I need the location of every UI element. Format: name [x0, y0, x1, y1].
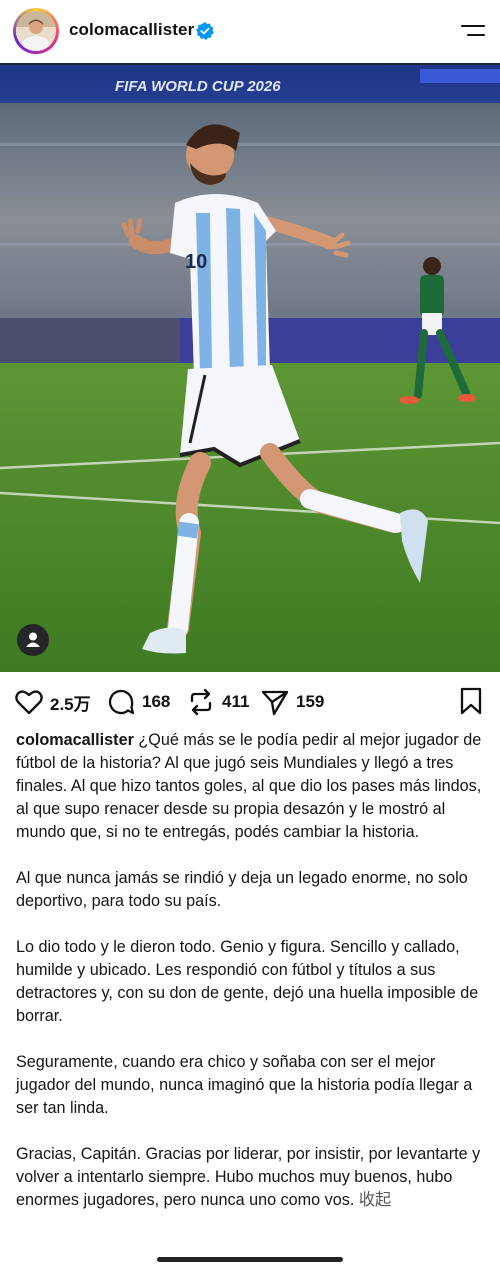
- caption-paragraph: Lo dio todo y le dieron todo. Genio y fi…: [16, 938, 479, 1025]
- post-action-bar: 2.5万 168 411 159: [0, 684, 500, 720]
- caption-paragraph: colomacallister ¿Qué más se le podía ped…: [16, 731, 482, 841]
- hamburger-menu-icon[interactable]: [458, 18, 488, 44]
- post-author-username[interactable]: colomacallister: [69, 20, 194, 40]
- bookmark-icon[interactable]: [459, 687, 483, 715]
- verified-badge-icon: [196, 22, 214, 40]
- paper-plane-icon: [261, 690, 289, 716]
- post-header: colomacallister: [0, 0, 500, 62]
- repost-button[interactable]: 411: [186, 684, 249, 720]
- comment-button[interactable]: 168: [106, 684, 170, 720]
- home-indicator: [157, 1257, 343, 1262]
- comment-bubble-icon: [108, 689, 135, 715]
- repost-arrows-icon: [190, 688, 212, 716]
- share-button[interactable]: 159: [260, 684, 324, 720]
- profile-avatar[interactable]: [13, 8, 59, 54]
- post-caption: colomacallister ¿Qué más se le podía ped…: [16, 729, 488, 1235]
- like-count: 2.5万: [50, 694, 91, 714]
- heart-icon: [15, 690, 43, 715]
- stadium-banner-text: FIFA WORLD CUP 2026: [115, 78, 281, 95]
- user-tag-icon[interactable]: [17, 624, 49, 656]
- post-photo[interactable]: FIFA WORLD CUP 2026 10: [0, 63, 500, 672]
- svg-text:10: 10: [185, 251, 207, 273]
- caption-paragraph: Al que nunca jamás se rindió y deja un l…: [16, 869, 468, 910]
- caption-paragraph: Gracias, Capitán. Gracias por liderar, p…: [16, 1145, 481, 1209]
- like-button[interactable]: 2.5万: [14, 684, 91, 720]
- repost-count: 411: [222, 692, 250, 711]
- avatar-image: [16, 11, 56, 51]
- caption-author[interactable]: colomacallister: [16, 731, 134, 749]
- comment-count: 168: [142, 692, 171, 711]
- collapse-caption-link[interactable]: 收起: [359, 1191, 391, 1209]
- share-count: 159: [296, 692, 325, 711]
- caption-paragraph: Seguramente, cuando era chico y soñaba c…: [16, 1053, 473, 1117]
